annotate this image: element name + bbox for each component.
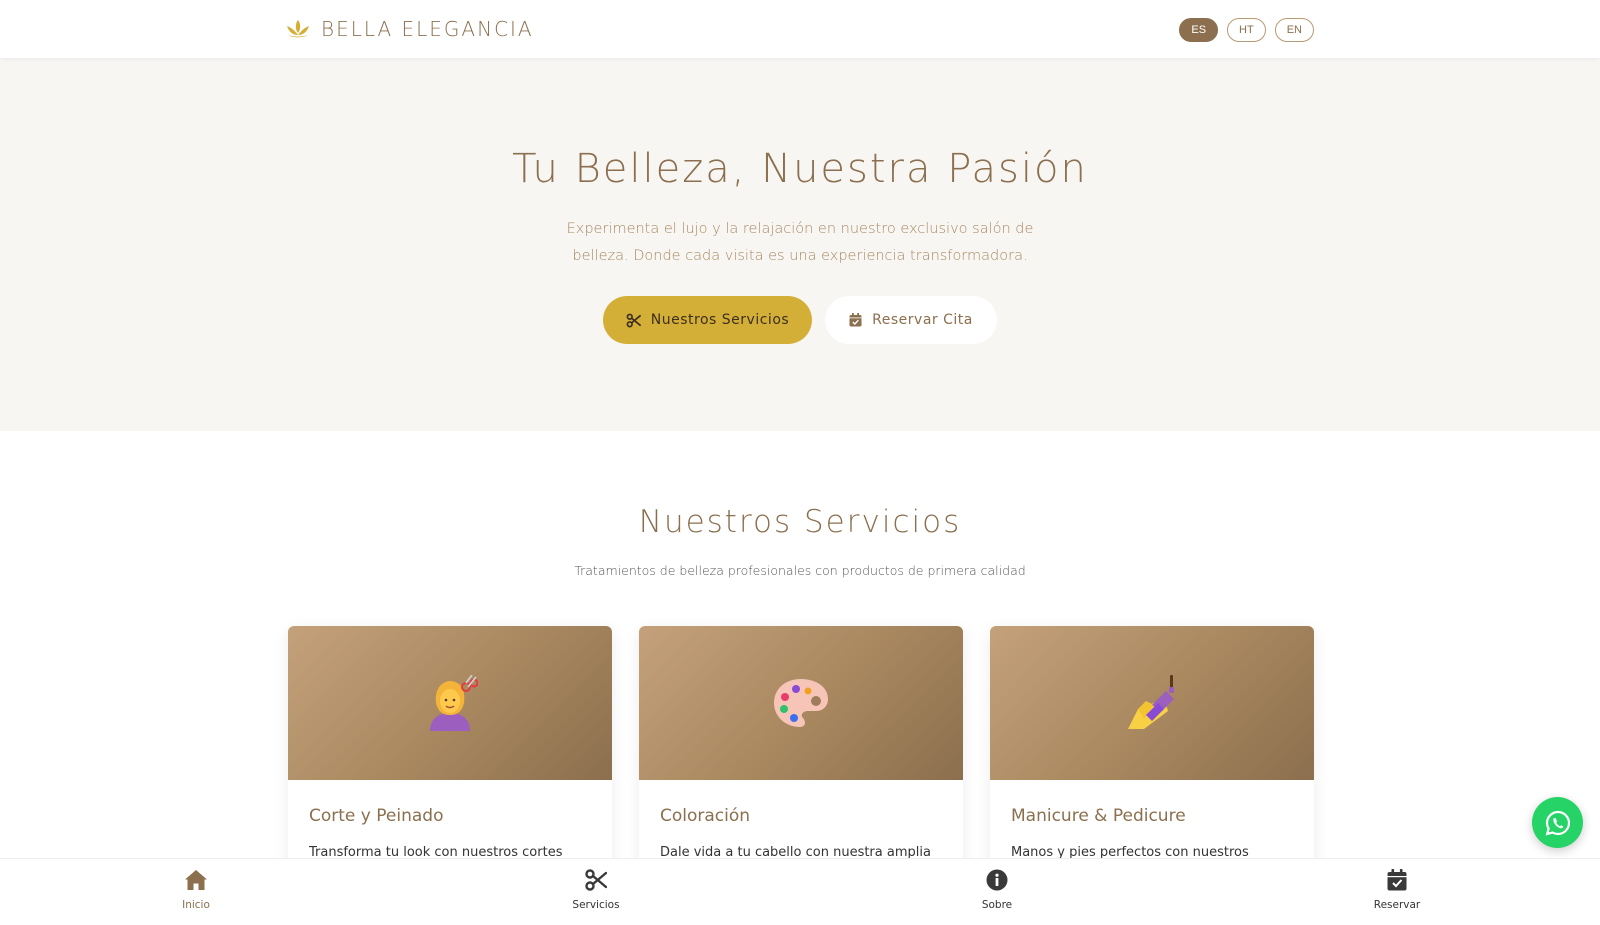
book-appointment-button[interactable]: Reservar Cita bbox=[825, 296, 997, 344]
service-card-coloring[interactable]: Coloración Dale vida a tu cabello con nu… bbox=[639, 626, 963, 866]
nav-item-label: Reservar bbox=[1373, 899, 1421, 911]
site-header: BELLA ELEGANCIA ES HT EN bbox=[0, 0, 1600, 58]
hero-title: Tu Belleza, Nuestra Pasión bbox=[512, 146, 1088, 192]
service-card-title: Manicure & Pedicure bbox=[1011, 806, 1186, 826]
service-card-image bbox=[990, 626, 1314, 780]
whatsapp-button[interactable] bbox=[1532, 797, 1583, 848]
calendar-check-icon bbox=[1387, 869, 1407, 891]
bottom-navigation: Inicio Servicios Sobre Reservar bbox=[0, 858, 1600, 925]
services-subtitle: Tratamientos de belleza profesionales co… bbox=[574, 563, 1026, 578]
calendar-check-icon bbox=[849, 313, 862, 327]
scissors-icon bbox=[626, 313, 641, 327]
nav-item-label: Servicios bbox=[572, 899, 620, 911]
services-title: Nuestros Servicios bbox=[638, 504, 962, 540]
nav-item-inicio[interactable]: Inicio bbox=[156, 869, 236, 911]
whatsapp-icon bbox=[1545, 810, 1570, 836]
nav-item-label: Inicio bbox=[182, 899, 210, 911]
service-card-haircut[interactable]: Corte y Peinado Transforma tu look con n… bbox=[288, 626, 612, 866]
lang-ht-button[interactable]: HT bbox=[1227, 18, 1266, 42]
nav-item-sobre[interactable]: Sobre bbox=[957, 869, 1037, 911]
info-icon bbox=[986, 869, 1008, 891]
brand-logo-link[interactable]: BELLA ELEGANCIA bbox=[285, 17, 534, 41]
nail-polish-icon bbox=[1128, 675, 1174, 729]
nav-item-reservar[interactable]: Reservar bbox=[1357, 869, 1437, 911]
scissors-icon bbox=[585, 869, 608, 891]
nav-item-servicios[interactable]: Servicios bbox=[556, 869, 636, 911]
palette-icon bbox=[774, 679, 828, 727]
service-card-image bbox=[288, 626, 612, 780]
brand-name: BELLA ELEGANCIA bbox=[321, 17, 534, 41]
home-icon bbox=[185, 870, 207, 890]
service-card-manicure[interactable]: Manicure & Pedicure Manos y pies perfect… bbox=[990, 626, 1314, 866]
nav-item-label: Sobre bbox=[981, 899, 1013, 911]
services-button-label: Nuestros Servicios bbox=[650, 312, 790, 328]
language-switcher: ES HT EN bbox=[1179, 18, 1314, 42]
hero-subtitle: Experimenta el lujo y la relajación en n… bbox=[566, 221, 1034, 264]
haircut-icon bbox=[430, 675, 478, 731]
lang-en-button[interactable]: EN bbox=[1274, 18, 1314, 42]
service-card-title: Coloración bbox=[660, 806, 751, 826]
hero-section: Tu Belleza, Nuestra Pasión Experimenta e… bbox=[0, 58, 1600, 431]
book-appointment-label: Reservar Cita bbox=[872, 312, 973, 328]
lang-es-button[interactable]: ES bbox=[1179, 18, 1219, 42]
service-card-image bbox=[639, 626, 963, 780]
lotus-icon bbox=[287, 20, 309, 38]
service-card-title: Corte y Peinado bbox=[309, 806, 444, 826]
services-button[interactable]: Nuestros Servicios bbox=[603, 296, 812, 344]
